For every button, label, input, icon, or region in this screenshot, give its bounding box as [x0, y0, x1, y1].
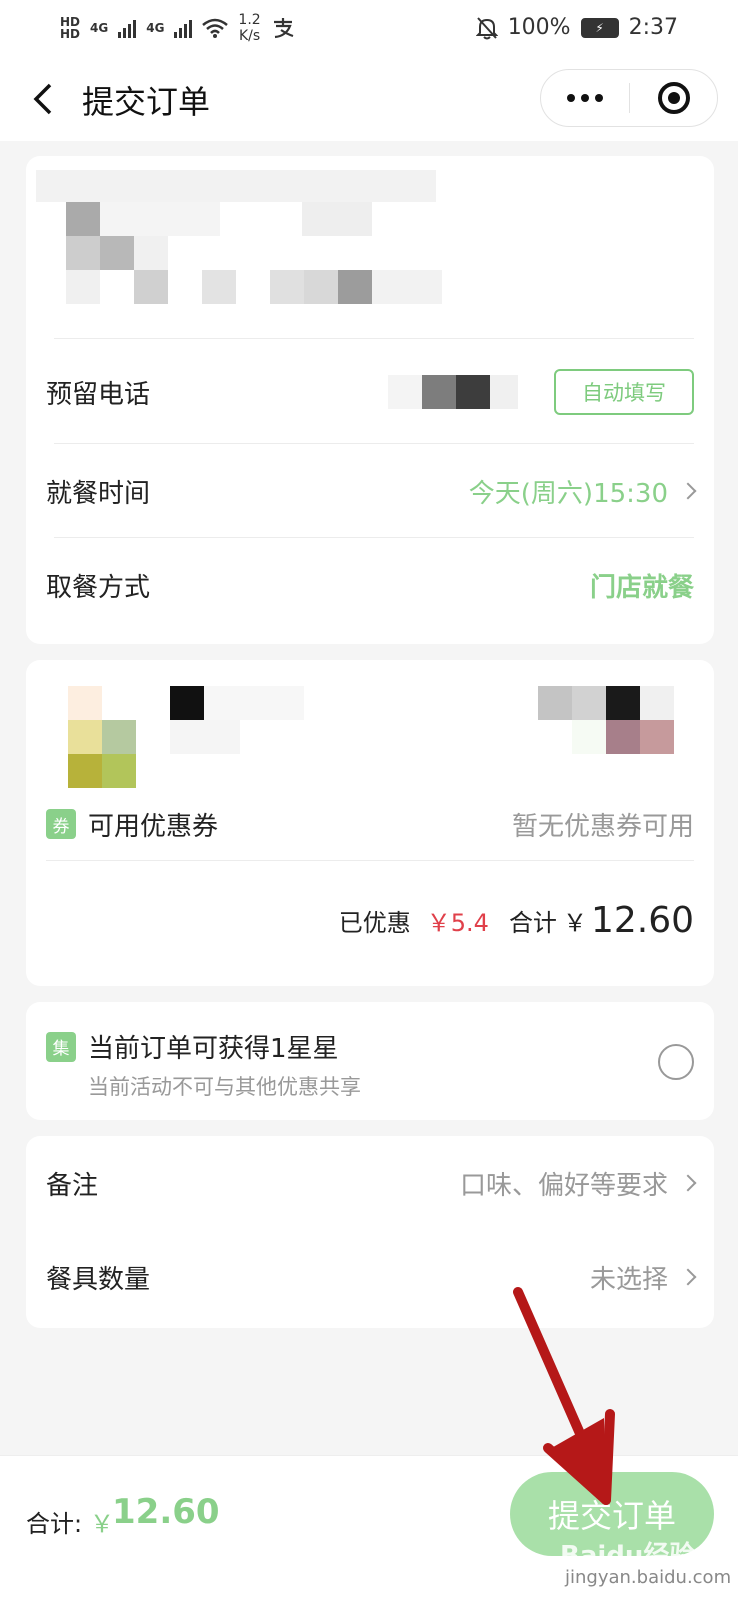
baidu-watermark-url: jingyan.baidu.com: [565, 1567, 732, 1588]
note-row[interactable]: 备注 口味、偏好等要求: [46, 1158, 697, 1208]
stars-title-wrap: 集 当前订单可获得1星星: [46, 1028, 361, 1065]
note-value-wrap: 口味、偏好等要求: [459, 1165, 697, 1202]
page-title: 提交订单: [82, 83, 211, 121]
order-card: 券 可用优惠券 暂无优惠券可用 已优惠 ￥5.4 合计 ￥ 12.60: [26, 660, 714, 986]
coupon-row[interactable]: 券 可用优惠券 暂无优惠券可用: [46, 802, 694, 846]
dining-time-row[interactable]: 就餐时间 今天(周六)15:30: [46, 466, 697, 516]
battery-icon: ⚡: [580, 17, 619, 38]
network-type-1: 4G: [90, 20, 109, 35]
order-total-row: 已优惠 ￥5.4 合计 ￥ 12.60: [46, 892, 694, 948]
close-mini-program-button[interactable]: [630, 70, 717, 126]
order-total-label: 合计: [508, 908, 557, 937]
pickup-value: 门店就餐: [589, 572, 694, 603]
order-total-currency: ￥: [562, 908, 587, 937]
signal-icon-1: [118, 18, 137, 38]
battery-percent: 100%: [507, 15, 571, 40]
chevron-right-icon: [679, 1268, 697, 1286]
order-total-value: 12.60: [590, 899, 694, 941]
target-icon: [657, 82, 690, 114]
network-speed: 1.2 K/s: [238, 12, 260, 44]
utensils-value-wrap: 未选择: [589, 1259, 697, 1296]
note-placeholder: 口味、偏好等要求: [459, 1170, 668, 1201]
bell-off-icon: [475, 16, 498, 39]
utensils-row[interactable]: 餐具数量 未选择: [46, 1252, 697, 1302]
contact-card: 预留电话 自动填写 就餐时间 今天(周六)15:30 取餐方式 门店就餐: [26, 156, 714, 644]
stars-text: 集 当前订单可获得1星星 当前活动不可与其他优惠共享: [46, 1028, 361, 1101]
network-type-2: 4G: [146, 20, 165, 35]
dining-time-value: 今天(周六)15:30: [468, 478, 668, 509]
chevron-right-icon: [679, 1174, 697, 1192]
dining-time-label: 就餐时间: [46, 478, 151, 509]
phone-value-wrap: 自动填写: [388, 369, 694, 415]
back-arrow-icon[interactable]: [28, 79, 62, 119]
utensils-value: 未选择: [589, 1264, 668, 1295]
dining-time-value-wrap: 今天(周六)15:30: [468, 473, 697, 510]
coupon-left: 券 可用优惠券: [46, 806, 218, 843]
hd-1: HD: [60, 14, 81, 29]
extras-card: 备注 口味、偏好等要求 餐具数量 未选择: [26, 1136, 714, 1328]
divider: [54, 537, 694, 538]
coupon-label: 可用优惠券: [88, 811, 219, 842]
coupon-value: 暂无优惠券可用: [511, 811, 694, 842]
stars-subtitle: 当前活动不可与其他优惠共享: [88, 1075, 361, 1099]
discount-label: 已优惠: [338, 908, 411, 937]
stars-card: 集 当前订单可获得1星星 当前活动不可与其他优惠共享: [26, 1002, 714, 1120]
pickup-label: 取餐方式: [46, 572, 151, 603]
collect-tag-icon: 集: [46, 1031, 76, 1062]
checkout-total-label: 合计:: [26, 1510, 83, 1538]
page-header: 提交订单: [0, 55, 738, 141]
phone-label: 预留电话: [46, 379, 151, 410]
auto-fill-button[interactable]: 自动填写: [554, 369, 694, 415]
alipay-icon: [273, 17, 294, 38]
chevron-right-icon: [679, 482, 697, 500]
divider: [46, 860, 694, 861]
divider: [54, 338, 694, 339]
status-bar: HD HD 4G 4G 1.2 K/s 100% ⚡ 2:37: [0, 0, 738, 55]
hd-indicators: HD HD: [60, 16, 80, 40]
utensils-label: 餐具数量: [46, 1264, 151, 1295]
stars-title: 当前订单可获得1星星: [88, 1034, 339, 1064]
discount-value: ￥5.4: [426, 908, 489, 937]
checkout-currency: ￥: [90, 1510, 114, 1538]
more-options-icon[interactable]: [541, 70, 629, 126]
speed-value: 1.2: [238, 11, 261, 28]
hd-2: HD: [60, 26, 81, 41]
coupon-tag-icon: 券: [46, 809, 76, 839]
status-right: 100% ⚡ 2:37: [475, 15, 678, 40]
stars-radio[interactable]: [658, 1044, 694, 1080]
phone-row: 预留电话 自动填写: [46, 362, 694, 422]
status-left: HD HD 4G 4G 1.2 K/s: [60, 12, 295, 44]
wifi-icon: [202, 18, 229, 38]
clock: 2:37: [628, 15, 678, 40]
divider: [54, 443, 694, 444]
mini-program-capsule: [540, 69, 718, 127]
speed-unit: K/s: [238, 27, 261, 44]
checkout-amount: 12.60: [112, 1492, 220, 1532]
phone-pixelated: [388, 375, 518, 409]
pickup-row: 取餐方式 门店就餐: [46, 560, 694, 610]
signal-icon-2: [174, 18, 193, 38]
note-label: 备注: [46, 1170, 99, 1201]
